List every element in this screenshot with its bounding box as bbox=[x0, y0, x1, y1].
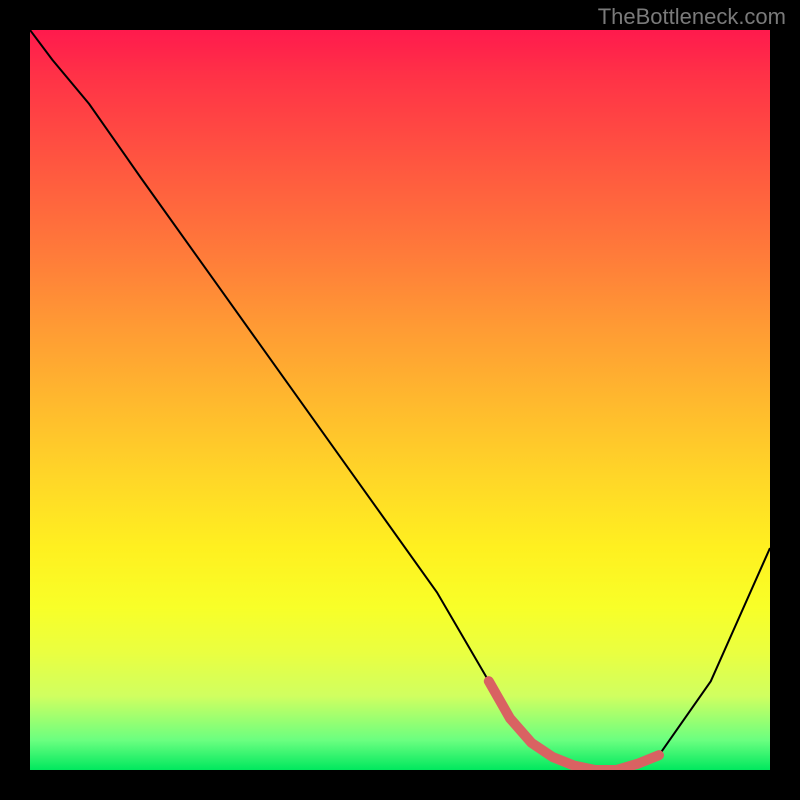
trough-highlight-line bbox=[489, 681, 659, 770]
chart-svg bbox=[30, 30, 770, 770]
bottleneck-curve-line bbox=[30, 30, 770, 770]
watermark-text: TheBottleneck.com bbox=[598, 4, 786, 30]
chart-area bbox=[30, 30, 770, 770]
